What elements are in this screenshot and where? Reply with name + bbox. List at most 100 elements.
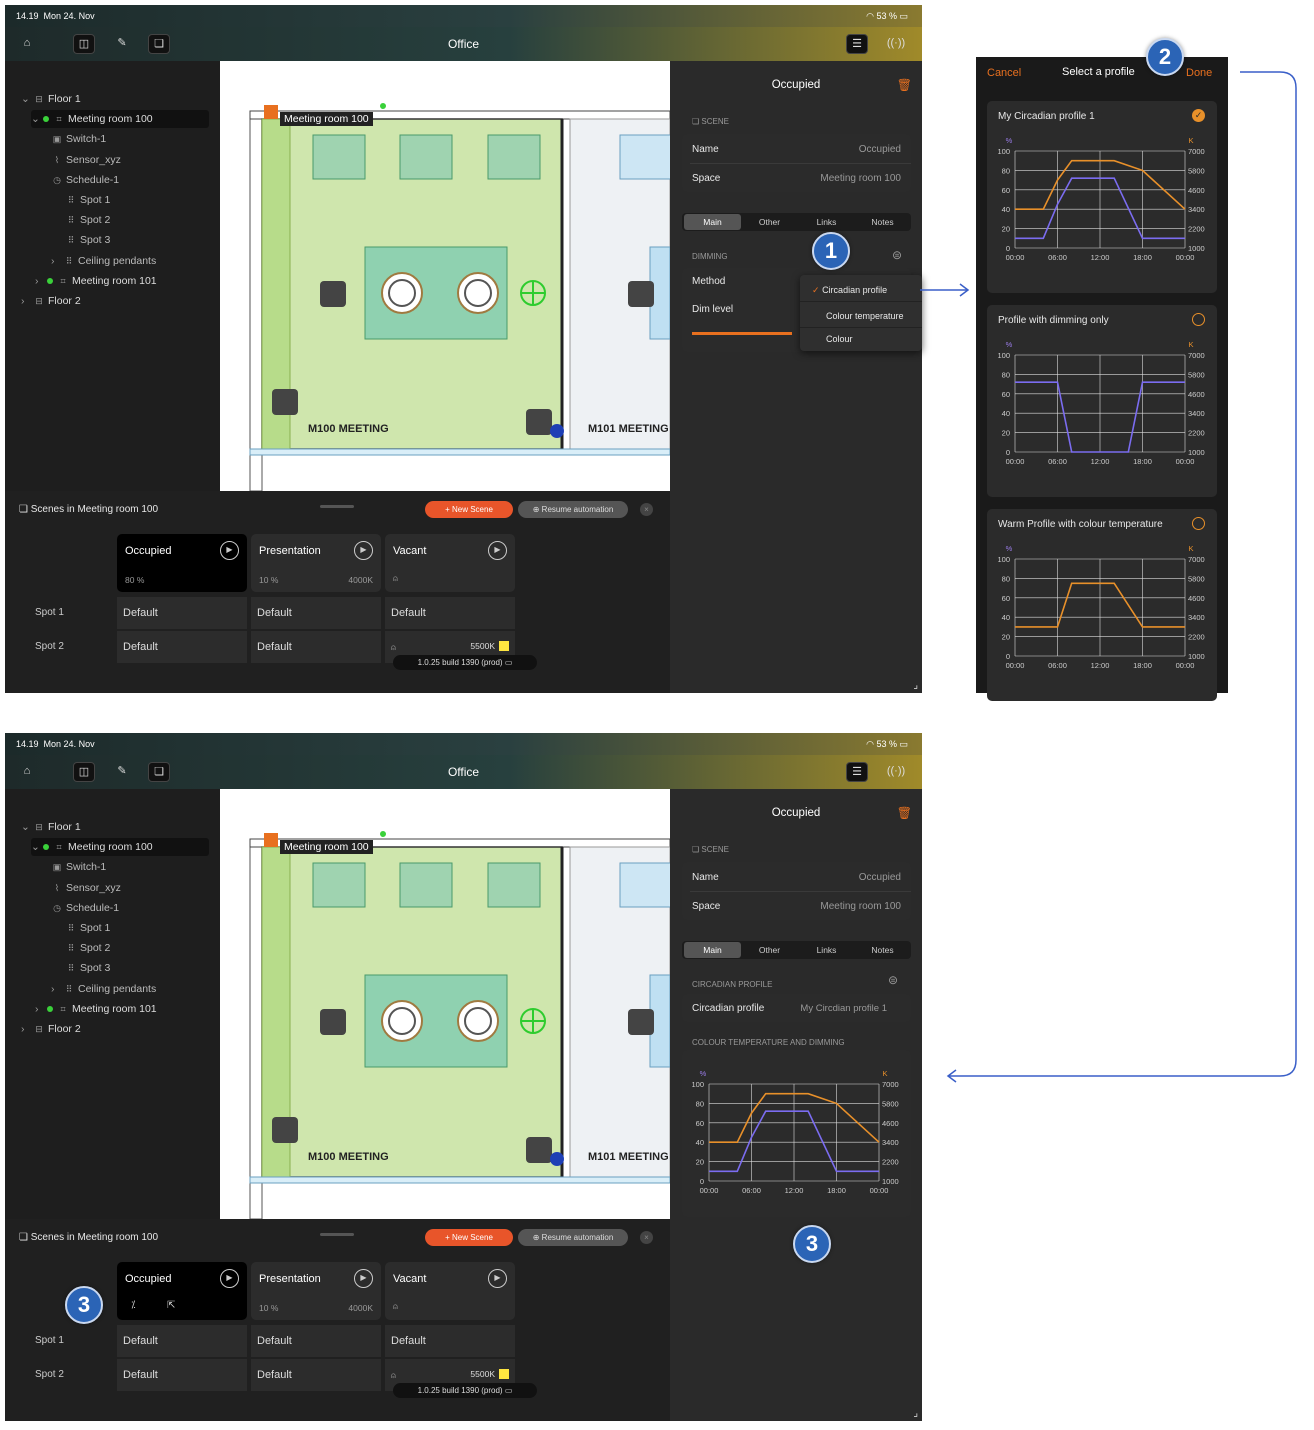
tree-item[interactable]: ⌇ Sensor_xyz (51, 151, 121, 169)
tree-item[interactable]: ◷ Schedule-1 (51, 899, 119, 917)
settings-sliders-button[interactable]: ☰ (846, 762, 868, 782)
tab-links[interactable]: Links (798, 945, 855, 955)
profile-card-3[interactable]: Warm Profile with colour temperature % K 1… (987, 509, 1217, 701)
tree-item[interactable]: ⠿ Spot 2 (65, 211, 111, 229)
space-value[interactable]: Meeting room 100 (820, 173, 901, 184)
chevron-right-icon[interactable]: › (35, 272, 47, 290)
chevron-right-icon[interactable]: › (21, 292, 33, 310)
unselected-radio-icon[interactable] (1192, 313, 1205, 326)
chevron-down-icon[interactable]: ⌄ (21, 818, 33, 836)
new-scene-button[interactable]: + New Scene (425, 1229, 513, 1246)
tree-item[interactable]: › ⠿ Ceiling pendants (51, 980, 156, 998)
chevron-right-icon[interactable]: › (21, 1020, 33, 1038)
chevron-down-icon[interactable]: ⌄ (21, 90, 33, 108)
play-icon[interactable]: ▶ (488, 541, 507, 560)
chevron-down-icon[interactable]: ⌄ (31, 110, 43, 128)
dropdown-option-colour-temp[interactable]: Colour temperature (826, 311, 904, 321)
scene-cell[interactable]: Default (117, 631, 247, 663)
scene-cell[interactable]: Default (251, 1359, 381, 1391)
tab-notes[interactable]: Notes (854, 945, 911, 955)
name-value[interactable]: Occupied (859, 144, 901, 155)
tree-item[interactable]: ⌄ ⊟ Floor 1 (21, 818, 81, 836)
drag-handle[interactable] (320, 1233, 354, 1236)
tree-item[interactable]: ◷ Schedule-1 (51, 171, 119, 189)
scene-cell[interactable]: Default (251, 631, 381, 663)
chevron-right-icon[interactable]: › (51, 980, 63, 998)
tree-item[interactable]: › ⊟ Floor 2 (21, 292, 81, 310)
cancel-button[interactable]: Cancel (987, 67, 1021, 79)
trash-icon[interactable]: 🗑 (897, 806, 912, 820)
scene-card-2[interactable]: Vacant ▶ ⍝ (385, 1262, 515, 1320)
scene-cell[interactable]: Default (117, 1325, 247, 1357)
profile-card-1[interactable]: My Circadian profile 1 ✓ % K 100 7000 80 5800… (987, 101, 1217, 293)
floorplan[interactable]: Meeting room 100 M100 MEETING M101 MEETING (220, 789, 670, 1219)
name-value[interactable]: Occupied (859, 872, 901, 883)
broadcast-icon[interactable]: ((·)) (885, 762, 907, 782)
space-value[interactable]: Meeting room 100 (820, 901, 901, 912)
tree-item[interactable]: ▣ Switch-1 (51, 858, 107, 876)
drag-handle[interactable] (320, 505, 354, 508)
tree-item[interactable]: ⠿ Spot 1 (65, 191, 111, 209)
broadcast-icon[interactable]: ((·)) (885, 34, 907, 54)
resize-handle-icon[interactable]: ⌟ (913, 680, 918, 691)
tab-notes[interactable]: Notes (854, 217, 911, 227)
tree-item[interactable]: › ⌗ Meeting room 101 (35, 1000, 157, 1018)
tab-other[interactable]: Other (741, 217, 798, 227)
chevron-down-icon[interactable]: ⌄ (31, 838, 43, 856)
scene-cell[interactable]: Default (117, 1359, 247, 1391)
profile-card-2[interactable]: Profile with dimming only % K 100 7000 80 580… (987, 305, 1217, 497)
dim-level-slider[interactable] (692, 332, 792, 335)
play-icon[interactable]: ▶ (488, 1269, 507, 1288)
selected-check-icon[interactable]: ✓ (1192, 109, 1205, 122)
scene-cell[interactable]: Default (251, 597, 381, 629)
tree-item[interactable]: ⠿ Spot 3 (65, 231, 111, 249)
tree-item[interactable]: › ⌗ Meeting room 101 (35, 272, 157, 290)
dropdown-option-colour[interactable]: Colour (826, 334, 853, 344)
chevron-right-icon[interactable]: › (35, 1000, 47, 1018)
dropdown-option-circadian[interactable]: ✓ Circadian profile (812, 285, 887, 296)
scene-cell[interactable]: Default (117, 597, 247, 629)
circadian-value[interactable]: My Circdian profile 1 (800, 1003, 887, 1014)
scene-card-2[interactable]: Vacant ▶ ⍝ (385, 534, 515, 592)
scene-cell[interactable]: Default (385, 597, 515, 629)
tree-item[interactable]: ⌇ Sensor_xyz (51, 879, 121, 897)
settings-sliders-button[interactable]: ☰ (846, 34, 868, 54)
unselected-radio-icon[interactable] (1192, 517, 1205, 530)
tree-item[interactable]: ⌄ ⌗ Meeting room 100 (31, 110, 209, 129)
floorplan[interactable]: Meeting room 100 M100 MEETING M101 MEETING (220, 61, 670, 491)
scene-cell[interactable]: Default (385, 1325, 515, 1357)
tree-item[interactable]: ⌄ ⊟ Floor 1 (21, 90, 81, 108)
menu-icon[interactable]: ⊜ (888, 973, 898, 987)
play-icon[interactable]: ▶ (220, 1269, 239, 1288)
tree-item[interactable]: ⠿ Spot 3 (65, 959, 111, 977)
tab-other[interactable]: Other (741, 945, 798, 955)
play-icon[interactable]: ▶ (220, 541, 239, 560)
close-icon[interactable]: × (640, 503, 653, 516)
scene-card-0[interactable]: Occupied ▶ 80 % (117, 534, 247, 592)
tree-item[interactable]: ⠿ Spot 1 (65, 919, 111, 937)
tree-item[interactable]: ⌄ ⌗ Meeting room 100 (31, 838, 209, 857)
tree-item[interactable]: ⠿ Spot 2 (65, 939, 111, 957)
circadian-card[interactable]: Circadian profile My Circdian profile 1 (682, 994, 911, 1022)
tree-item[interactable]: › ⠿ Ceiling pendants (51, 252, 156, 270)
tree-item[interactable]: ▣ Switch-1 (51, 130, 107, 148)
trash-icon[interactable]: 🗑 (897, 78, 912, 92)
scene-card-1[interactable]: Presentation ▶ 10 % 4000K (251, 534, 381, 592)
chevron-right-icon[interactable]: › (51, 252, 63, 270)
menu-icon[interactable]: ⊜ (892, 248, 902, 262)
scene-card-0[interactable]: Occupied ▶ ⁒ ⇱ (117, 1262, 247, 1320)
resume-automation-button[interactable]: ⊕ Resume automation (518, 501, 628, 518)
play-icon[interactable]: ▶ (354, 541, 373, 560)
scene-cell[interactable]: Default (251, 1325, 381, 1357)
scene-card-1[interactable]: Presentation ▶ 10 % 4000K (251, 1262, 381, 1320)
new-scene-button[interactable]: + New Scene (425, 501, 513, 518)
tab-main[interactable]: Main (684, 214, 741, 230)
feedback-icon[interactable]: ▭ (505, 658, 513, 667)
close-icon[interactable]: × (640, 1231, 653, 1244)
feedback-icon[interactable]: ▭ (505, 1386, 513, 1395)
done-button[interactable]: Done (1186, 67, 1212, 79)
tree-item[interactable]: › ⊟ Floor 2 (21, 1020, 81, 1038)
resume-automation-button[interactable]: ⊕ Resume automation (518, 1229, 628, 1246)
tab-main[interactable]: Main (684, 942, 741, 958)
play-icon[interactable]: ▶ (354, 1269, 373, 1288)
